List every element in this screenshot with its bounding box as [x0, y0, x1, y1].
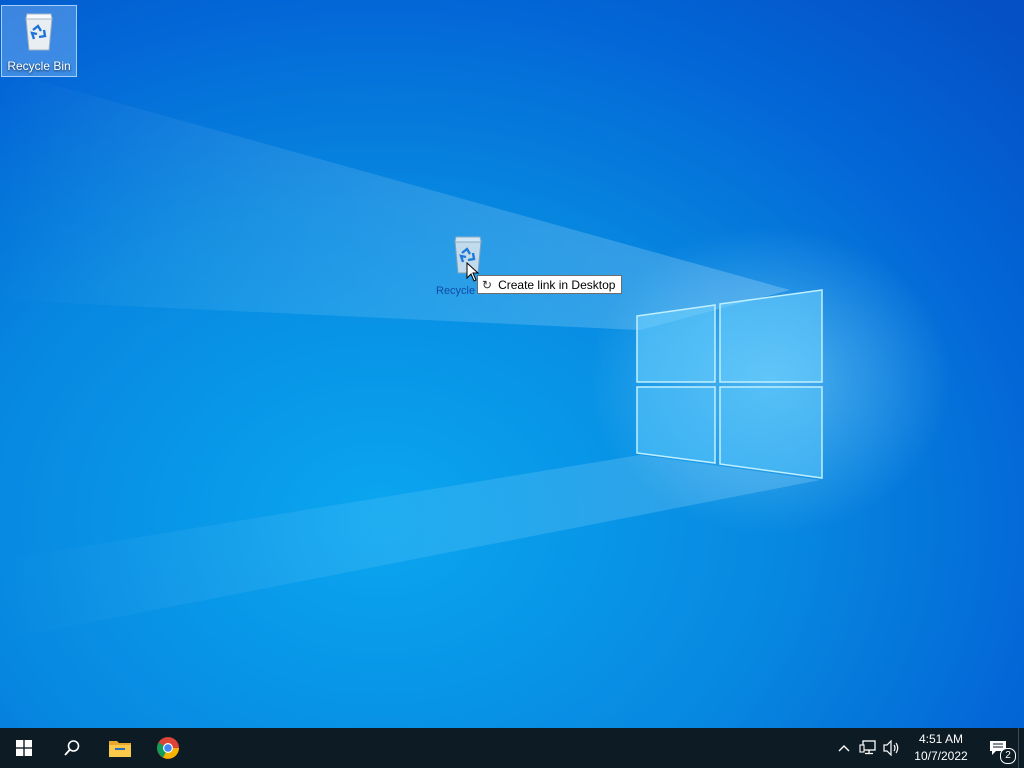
- volume-button[interactable]: [880, 728, 904, 768]
- system-tray: 4:51 AM 10/7/2022 2: [832, 728, 1024, 768]
- drag-tooltip: ↻ Create link in Desktop: [477, 275, 623, 294]
- wallpaper-beams: [0, 70, 823, 640]
- network-icon: [859, 740, 876, 755]
- windows-start-icon: [16, 740, 32, 756]
- drag-ghost-label: Recycle: [436, 285, 476, 297]
- desktop[interactable]: Recycle Bin Recycle ↻ Create link in Des…: [0, 0, 1024, 728]
- search-icon: [64, 740, 80, 756]
- link-arrow-icon: ↻: [482, 277, 493, 292]
- clock[interactable]: 4:51 AM 10/7/2022: [904, 731, 978, 765]
- folder-icon: [109, 741, 131, 757]
- chevron-up-icon: [838, 745, 850, 752]
- start-button[interactable]: [0, 728, 48, 768]
- taskbar: 4:51 AM 10/7/2022 2: [0, 728, 1024, 768]
- recycle-bin-icon: [25, 13, 53, 51]
- drag-tooltip-text: Create link in Desktop: [498, 277, 616, 292]
- action-center-button[interactable]: 2: [978, 728, 1018, 768]
- clock-time: 4:51 AM: [918, 732, 964, 746]
- show-desktop-button[interactable]: [1018, 728, 1024, 768]
- taskbar-file-explorer[interactable]: [96, 728, 144, 768]
- search-button[interactable]: [48, 728, 96, 768]
- network-button[interactable]: [856, 728, 880, 768]
- show-hidden-icons-button[interactable]: [832, 728, 856, 768]
- desktop-icon-label: Recycle Bin: [7, 59, 71, 73]
- notification-count-badge: 2: [1000, 748, 1016, 764]
- volume-icon: [883, 740, 899, 756]
- clock-date: 10/7/2022: [914, 749, 968, 763]
- windows-logo-wallpaper: [636, 289, 823, 479]
- desktop-icon-recycle-bin[interactable]: Recycle Bin: [1, 5, 77, 77]
- taskbar-chrome[interactable]: [144, 728, 192, 768]
- chrome-icon: [157, 737, 179, 759]
